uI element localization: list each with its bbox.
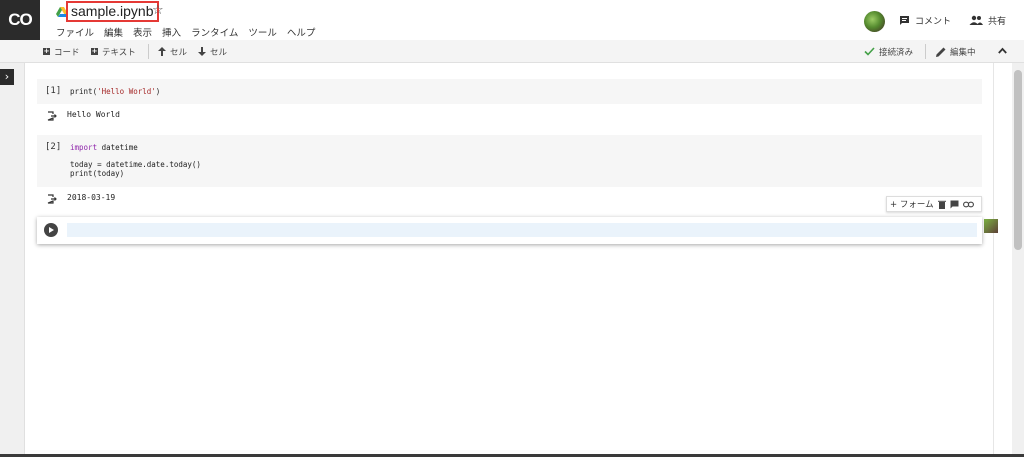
add-text-button[interactable]: + テキスト bbox=[91, 45, 136, 58]
code-token: print( bbox=[70, 87, 98, 96]
avatar[interactable] bbox=[864, 11, 885, 32]
colab-logo[interactable]: CO bbox=[0, 0, 40, 40]
code-line[interactable]: today = datetime.date.today() bbox=[70, 160, 201, 169]
comment-icon[interactable] bbox=[950, 200, 959, 209]
code-editor-input[interactable] bbox=[67, 223, 977, 237]
code-line[interactable]: print(today) bbox=[70, 169, 124, 178]
sidebar-toggle-button[interactable]: › bbox=[0, 69, 14, 85]
code-string: 'Hello World' bbox=[97, 87, 156, 96]
toolbar-divider bbox=[925, 44, 926, 59]
check-icon bbox=[864, 47, 875, 56]
toolbar: + コード + テキスト セル セル 接続済み 編集中 bbox=[0, 40, 1024, 63]
execution-count: [2] bbox=[45, 142, 62, 152]
arrow-up-icon bbox=[158, 47, 166, 56]
cell-output: Hello World bbox=[67, 110, 120, 119]
move-cell-down-button[interactable]: セル bbox=[198, 45, 227, 58]
code-cell[interactable]: [1] print('Hello World') bbox=[37, 79, 982, 104]
connected-label: 接続済み bbox=[879, 47, 914, 58]
comment-label: コメント bbox=[915, 16, 952, 27]
pencil-icon bbox=[936, 47, 946, 57]
menu-file[interactable]: ファイル bbox=[56, 25, 94, 39]
code-token: ) bbox=[155, 87, 161, 96]
chevron-up-icon[interactable] bbox=[998, 47, 1007, 54]
output-icon[interactable] bbox=[47, 194, 57, 204]
plus-square-icon: + bbox=[43, 47, 50, 55]
editing-label: 編集中 bbox=[950, 47, 976, 58]
move-down-label: セル bbox=[210, 47, 228, 58]
people-icon bbox=[969, 15, 983, 25]
connection-status[interactable]: 接続済み bbox=[864, 45, 913, 58]
run-cell-button[interactable] bbox=[44, 223, 58, 237]
execution-count: [1] bbox=[45, 86, 62, 96]
menu-runtime[interactable]: ランタイム bbox=[191, 25, 238, 39]
header: CO sample.ipynb ☆ ファイル 編集 表示 挿入 ランタイム ツー… bbox=[0, 0, 1024, 40]
code-line[interactable]: import datetime bbox=[70, 143, 138, 152]
output-icon[interactable] bbox=[47, 111, 57, 121]
star-icon[interactable]: ☆ bbox=[152, 3, 164, 18]
plus-square-icon: + bbox=[91, 47, 98, 55]
move-up-label: セル bbox=[170, 47, 188, 58]
link-icon[interactable] bbox=[962, 201, 974, 208]
cell-output: 2018-03-19 bbox=[67, 193, 116, 202]
notebook-title[interactable]: sample.ipynb bbox=[66, 1, 159, 22]
code-editor[interactable]: print('Hello World') bbox=[70, 87, 160, 96]
arrow-down-icon bbox=[198, 47, 206, 56]
menu-insert[interactable]: 挿入 bbox=[162, 25, 181, 39]
share-button[interactable]: 共有 bbox=[969, 13, 1006, 27]
collaborator-avatar[interactable] bbox=[984, 219, 998, 233]
add-form-button[interactable]: + フォーム bbox=[890, 198, 934, 210]
code-cell[interactable]: [2] import datetime today = datetime.dat… bbox=[37, 135, 982, 187]
menu-bar: ファイル 編集 表示 挿入 ランタイム ツール ヘルプ bbox=[56, 25, 315, 39]
editing-mode-button[interactable]: 編集中 bbox=[936, 45, 976, 58]
left-sidebar bbox=[0, 63, 25, 457]
add-text-label: テキスト bbox=[102, 47, 136, 58]
comment-button[interactable]: コメント bbox=[899, 13, 951, 27]
cell-toolbar: + フォーム bbox=[886, 196, 982, 212]
menu-view[interactable]: 表示 bbox=[133, 25, 152, 39]
active-code-cell[interactable] bbox=[37, 217, 982, 244]
code-keyword: import bbox=[70, 143, 98, 152]
menu-edit[interactable]: 編集 bbox=[104, 25, 123, 39]
colab-app: CO sample.ipynb ☆ ファイル 編集 表示 挿入 ランタイム ツー… bbox=[0, 0, 1024, 457]
scrollbar-thumb[interactable] bbox=[1014, 70, 1022, 250]
menu-tools[interactable]: ツール bbox=[248, 25, 277, 39]
trash-icon[interactable] bbox=[937, 200, 946, 209]
move-cell-up-button[interactable]: セル bbox=[158, 45, 187, 58]
share-label: 共有 bbox=[988, 16, 1007, 27]
menu-help[interactable]: ヘルプ bbox=[287, 25, 316, 39]
toolbar-divider bbox=[148, 44, 149, 59]
add-code-button[interactable]: + コード bbox=[43, 45, 80, 58]
code-token: datetime bbox=[97, 143, 138, 152]
add-code-label: コード bbox=[54, 47, 80, 58]
gutter-divider bbox=[993, 63, 994, 454]
comment-icon bbox=[900, 15, 909, 25]
